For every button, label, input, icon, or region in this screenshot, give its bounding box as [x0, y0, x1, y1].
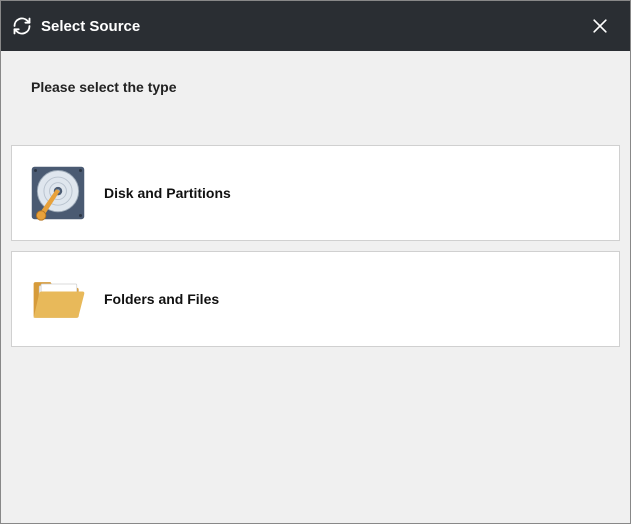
titlebar: Select Source — [1, 1, 630, 51]
dialog-content: Please select the type D — [1, 51, 630, 523]
dialog-title: Select Source — [41, 18, 580, 35]
option-disk-partitions[interactable]: Disk and Partitions — [11, 145, 620, 241]
disk-icon — [26, 161, 90, 225]
prompt-text: Please select the type — [11, 51, 620, 145]
dialog-window: Select Source Please select the type — [0, 0, 631, 524]
option-label: Disk and Partitions — [104, 185, 231, 201]
close-button[interactable] — [580, 6, 620, 46]
option-folders-files[interactable]: Folders and Files — [11, 251, 620, 347]
sync-icon — [11, 15, 33, 37]
option-label: Folders and Files — [104, 291, 219, 307]
folder-icon — [26, 267, 90, 331]
